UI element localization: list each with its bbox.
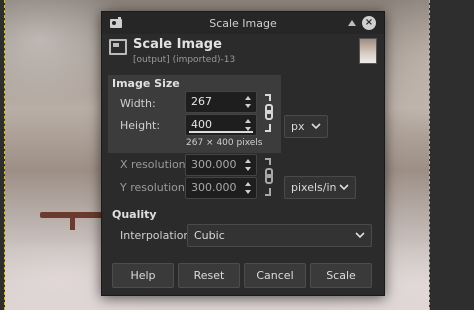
height-decrement-icon[interactable]	[245, 127, 251, 131]
chevron-down-icon	[339, 184, 349, 191]
y-res-increment-icon[interactable]	[245, 182, 251, 186]
resolution-unit-value: pixels/in	[291, 181, 337, 194]
width-label: Width:	[120, 97, 156, 110]
image-size-label: Image Size	[112, 77, 180, 90]
image-thumbnail	[359, 38, 377, 64]
close-icon[interactable]: ×	[362, 16, 376, 30]
y-resolution-label: Y resolution:	[120, 181, 189, 194]
width-value: 267	[191, 95, 212, 108]
x-resolution-field[interactable]: 300.000	[185, 154, 257, 176]
y-resolution-stepper[interactable]	[245, 179, 253, 197]
width-increment-icon[interactable]	[245, 96, 251, 100]
unit-dropdown[interactable]: px	[284, 115, 328, 138]
interpolation-dropdown[interactable]: Cubic	[187, 224, 372, 247]
width-field[interactable]: 267	[185, 91, 257, 113]
chevron-down-icon	[355, 232, 365, 239]
height-stepper[interactable]	[245, 116, 253, 134]
canvas-left-border	[0, 0, 5, 310]
header-title: Scale Image	[133, 37, 222, 52]
x-resolution-value: 300.000	[191, 158, 237, 171]
interpolation-label: Interpolation:	[120, 229, 195, 242]
canvas-bench-leg	[70, 212, 75, 230]
y-res-decrement-icon[interactable]	[245, 190, 251, 194]
size-info: 267 × 400 pixels	[186, 138, 263, 148]
dialog-title: Scale Image	[209, 16, 277, 30]
dialog-header: Scale Image [output] (imported)-13	[109, 37, 375, 69]
y-resolution-value: 300.000	[191, 181, 237, 194]
x-res-increment-icon[interactable]	[245, 159, 251, 163]
cancel-button[interactable]: Cancel	[244, 263, 306, 288]
canvas-right-border	[429, 0, 474, 310]
scale-image-icon	[109, 39, 127, 55]
x-resolution-stepper[interactable]	[245, 156, 253, 174]
unit-value: px	[291, 120, 305, 133]
y-resolution-field[interactable]: 300.000	[185, 177, 257, 199]
interpolation-value: Cubic	[194, 229, 225, 242]
dialog-titlebar[interactable]: Scale Image ×	[102, 12, 384, 34]
resolution-unit-dropdown[interactable]: pixels/in	[284, 176, 356, 199]
height-progress-bar	[189, 131, 253, 133]
width-stepper[interactable]	[245, 93, 253, 111]
chevron-down-icon	[311, 123, 321, 130]
x-resolution-label: X resolution:	[120, 158, 190, 171]
header-subtitle: [output] (imported)-13	[133, 55, 236, 65]
height-increment-icon[interactable]	[245, 119, 251, 123]
resolution-chain-link-icon[interactable]	[263, 157, 275, 196]
help-button[interactable]: Help	[112, 263, 174, 288]
app-icon	[110, 17, 122, 28]
height-label: Height:	[120, 119, 161, 132]
scale-button[interactable]: Scale	[310, 263, 372, 288]
quality-label: Quality	[112, 208, 157, 221]
reset-button[interactable]: Reset	[178, 263, 240, 288]
size-chain-link-icon[interactable]	[263, 93, 275, 133]
x-res-decrement-icon[interactable]	[245, 167, 251, 171]
minimize-icon[interactable]	[348, 20, 356, 26]
height-field[interactable]: 400	[185, 114, 257, 136]
height-value: 400	[191, 118, 212, 131]
width-decrement-icon[interactable]	[245, 104, 251, 108]
